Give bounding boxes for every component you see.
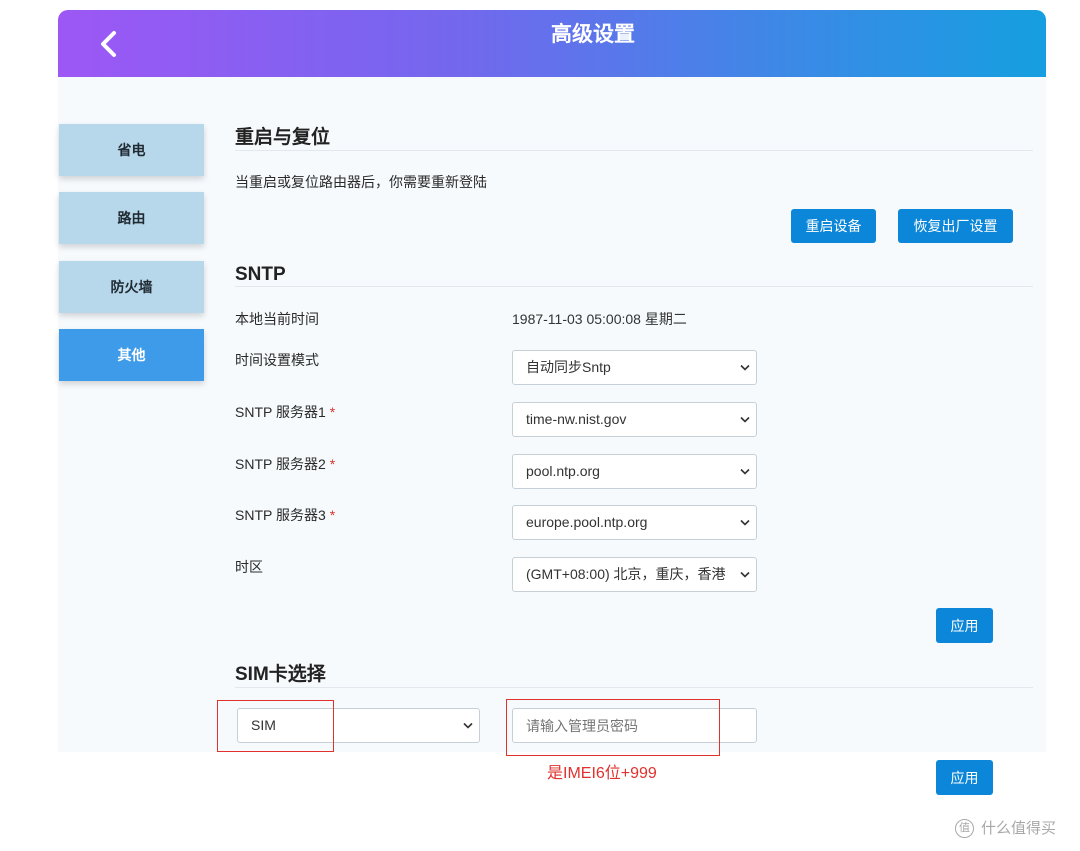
- annotation-note: 是IMEI6位+999: [547, 765, 657, 782]
- select-value: pool.ntp.org: [526, 463, 600, 479]
- sidebar-item-label: 省电: [117, 142, 146, 158]
- watermark-text: 什么值得买: [981, 820, 1057, 837]
- current-time-value: 1987-11-03 05:00:08 星期二: [512, 311, 687, 327]
- sntp-server3-select[interactable]: europe.pool.ntp.org: [512, 505, 757, 540]
- annotation-box-password: [506, 699, 720, 756]
- required-mark: *: [329, 507, 336, 523]
- chevron-down-icon: [740, 416, 750, 423]
- chevron-down-icon: [463, 722, 473, 729]
- current-time-label: 本地当前时间: [235, 311, 319, 327]
- page-title: 高级设置: [551, 23, 635, 46]
- reboot-button[interactable]: 重启设备: [791, 209, 876, 243]
- sidebar-item-label: 路由: [117, 210, 146, 226]
- sntp-apply-button[interactable]: 应用: [936, 608, 993, 643]
- sim-section-title: SIM卡选择: [235, 664, 326, 685]
- label-text: SNTP 服务器2: [235, 456, 326, 472]
- sidebar-item-routing[interactable]: 路由: [59, 192, 204, 244]
- watermark-logo: 值: [955, 819, 974, 838]
- chevron-down-icon: [740, 364, 750, 371]
- section-divider: [235, 286, 1033, 287]
- section-divider: [235, 687, 1033, 688]
- sntp-server1-select[interactable]: time-nw.nist.gov: [512, 402, 757, 437]
- required-mark: *: [329, 456, 336, 472]
- reboot-description: 当重启或复位路由器后，你需要重新登陆: [235, 174, 487, 190]
- page-header: 高级设置: [58, 10, 1046, 77]
- select-value: 自动同步Sntp: [526, 359, 611, 375]
- label-text: SNTP 服务器1: [235, 404, 326, 420]
- sntp-server3-label: SNTP 服务器3 *: [235, 505, 335, 525]
- sim-apply-button[interactable]: 应用: [936, 760, 993, 795]
- chevron-left-icon: [101, 31, 116, 57]
- timezone-select[interactable]: (GMT+08:00) 北京，重庆，香港: [512, 557, 757, 592]
- factory-reset-button[interactable]: 恢复出厂设置: [898, 209, 1013, 243]
- sidebar-item-power-saving[interactable]: 省电: [59, 124, 204, 176]
- time-mode-select[interactable]: 自动同步Sntp: [512, 350, 757, 385]
- select-value: (GMT+08:00) 北京，重庆，香港: [526, 566, 726, 582]
- sntp-server2-label: SNTP 服务器2 *: [235, 454, 335, 474]
- chevron-down-icon: [740, 571, 750, 578]
- reboot-section-title: 重启与复位: [235, 127, 331, 148]
- sntp-server2-select[interactable]: pool.ntp.org: [512, 454, 757, 489]
- select-value: europe.pool.ntp.org: [526, 514, 648, 530]
- timezone-label: 时区: [235, 559, 263, 575]
- back-button[interactable]: [97, 29, 121, 59]
- sidebar-item-label: 其他: [117, 347, 146, 363]
- section-divider: [235, 150, 1033, 151]
- sidebar-item-other[interactable]: 其他: [59, 329, 204, 381]
- annotation-box-sim: [217, 700, 334, 752]
- sntp-server1-label: SNTP 服务器1 *: [235, 402, 335, 422]
- sidebar-item-label: 防火墙: [110, 279, 153, 295]
- sntp-section-title: SNTP: [235, 264, 286, 285]
- chevron-down-icon: [740, 468, 750, 475]
- chevron-down-icon: [740, 519, 750, 526]
- required-mark: *: [329, 404, 336, 420]
- time-mode-label: 时间设置模式: [235, 352, 319, 368]
- sidebar-item-firewall[interactable]: 防火墙: [59, 261, 204, 313]
- select-value: time-nw.nist.gov: [526, 411, 627, 427]
- label-text: SNTP 服务器3: [235, 507, 326, 523]
